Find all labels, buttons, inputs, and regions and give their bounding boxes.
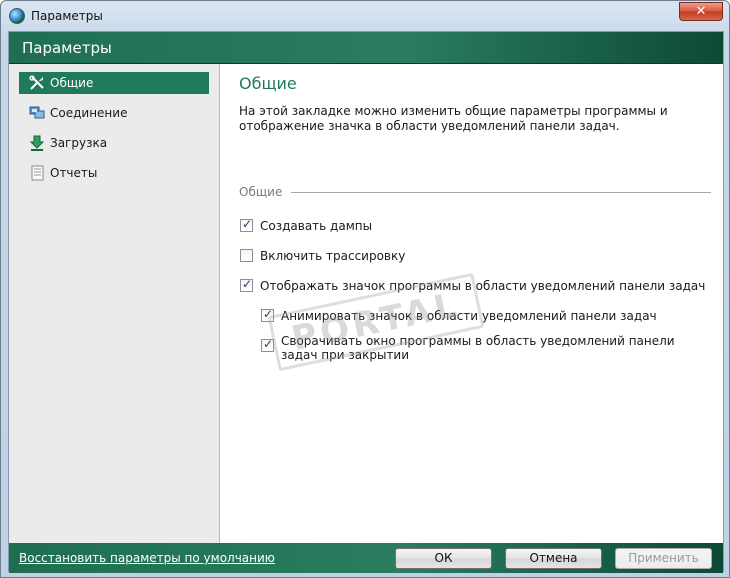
sidebar-item-label: Отчеты bbox=[50, 166, 98, 180]
sidebar: Общие Соединение Загрузка Отчеты bbox=[9, 64, 220, 543]
cancel-button[interactable]: Отмена bbox=[505, 548, 602, 569]
main-content: Общие На этой закладке можно изменить об… bbox=[221, 64, 723, 543]
page-title: Общие bbox=[239, 74, 297, 93]
window-title: Параметры bbox=[31, 9, 103, 23]
network-icon bbox=[29, 106, 45, 119]
option-label: Сворачивать окно программы в область уве… bbox=[281, 334, 675, 362]
checkbox[interactable] bbox=[261, 307, 274, 322]
report-icon bbox=[31, 165, 44, 181]
client-area: Параметры Общие Соединение Загрузка Отче… bbox=[8, 31, 724, 573]
tools-icon bbox=[29, 75, 44, 90]
globe-app-icon bbox=[9, 8, 25, 24]
apply-button[interactable]: Применить bbox=[615, 548, 712, 569]
option-label: Анимировать значок в области уведомлений… bbox=[281, 309, 657, 323]
option-label: Включить трассировку bbox=[260, 249, 406, 263]
sidebar-item-connection[interactable]: Соединение bbox=[19, 102, 209, 124]
group-divider bbox=[291, 192, 711, 193]
checkbox[interactable] bbox=[240, 249, 253, 262]
header-title: Параметры bbox=[22, 39, 112, 57]
option-label: Создавать дампы bbox=[260, 219, 373, 233]
group-label: Общие bbox=[239, 185, 283, 199]
sidebar-item-download[interactable]: Загрузка bbox=[19, 132, 209, 154]
option-label: Отображать значок программы в области ув… bbox=[260, 279, 706, 293]
header-banner: Параметры bbox=[9, 32, 723, 64]
download-arrow-icon bbox=[29, 135, 45, 151]
checkbox[interactable] bbox=[240, 277, 253, 292]
close-button[interactable]: ✕ bbox=[679, 2, 723, 21]
sidebar-item-general[interactable]: Общие bbox=[19, 72, 209, 94]
sidebar-item-label: Общие bbox=[50, 76, 94, 90]
checkbox[interactable] bbox=[261, 337, 274, 352]
title-bar[interactable]: Параметры ✕ bbox=[1, 1, 729, 31]
ok-button[interactable]: ОК bbox=[395, 548, 492, 569]
restore-defaults-link[interactable]: Восстановить параметры по умолчанию bbox=[19, 551, 275, 565]
page-description: На этой закладке можно изменить общие па… bbox=[239, 104, 668, 133]
sidebar-item-reports[interactable]: Отчеты bbox=[19, 162, 209, 184]
sidebar-item-label: Соединение bbox=[50, 106, 128, 120]
settings-window: Параметры ✕ Параметры Общие Соединение З… bbox=[0, 0, 730, 578]
footer-bar: Восстановить параметры по умолчанию ОК О… bbox=[9, 543, 723, 573]
sidebar-item-label: Загрузка bbox=[50, 136, 108, 150]
checkbox[interactable] bbox=[240, 217, 253, 232]
